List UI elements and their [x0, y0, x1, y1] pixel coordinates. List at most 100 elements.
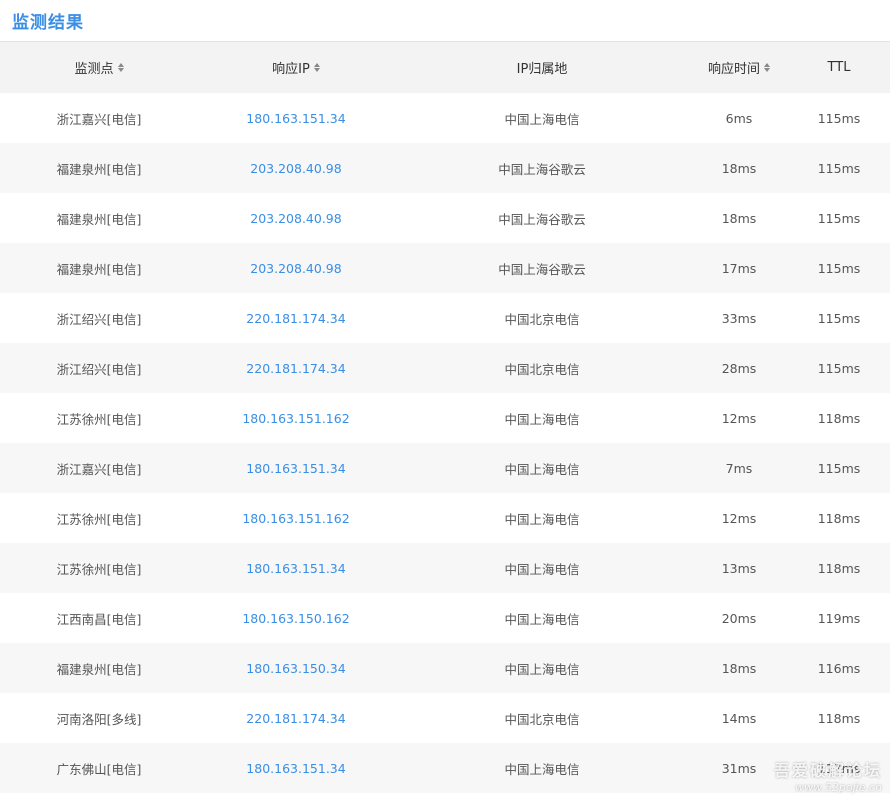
ip-link[interactable]: 180.163.151.34: [246, 461, 345, 476]
cell-time: 18ms: [721, 160, 757, 176]
cell-ip[interactable]: 180.163.150.162: [198, 593, 394, 643]
cell-point: 福建泉州[电信]: [56, 261, 142, 277]
cell-time: 13ms: [721, 560, 757, 576]
column-header-location: IP归属地: [394, 42, 690, 93]
ip-link[interactable]: 203.208.40.98: [250, 261, 341, 276]
sort-icon[interactable]: [313, 63, 320, 72]
cell-ttl: 115ms: [817, 260, 861, 276]
table-row: 江苏徐州[电信] 180.163.151.34 中国上海电信 13ms 118ms: [0, 543, 890, 593]
cell-ttl: 115ms: [817, 310, 861, 326]
cell-time: 18ms: [721, 660, 757, 676]
cell-point: 福建泉州[电信]: [56, 161, 142, 177]
cell-ttl: 116ms: [817, 660, 861, 676]
cell-location: 中国北京电信: [504, 311, 580, 327]
cell-time: 31ms: [721, 760, 757, 776]
cell-time: 20ms: [721, 610, 757, 626]
cell-ip[interactable]: 220.181.174.34: [198, 693, 394, 743]
ip-link[interactable]: 180.163.151.34: [246, 761, 345, 776]
results-table: 监测点 响应IP IP归属地 响应时间 TTL 浙江嘉兴[电信] 180.163…: [0, 42, 890, 793]
cell-point: 浙江绍兴[电信]: [56, 361, 142, 377]
cell-point: 浙江嘉兴[电信]: [56, 111, 142, 127]
cell-location: 中国上海电信: [504, 661, 580, 677]
cell-point: 江苏徐州[电信]: [56, 511, 142, 527]
cell-ttl: 118ms: [817, 710, 861, 726]
cell-ttl: 115ms: [817, 160, 861, 176]
cell-ttl: 118ms: [817, 510, 861, 526]
column-header-ip[interactable]: 响应IP: [198, 42, 394, 93]
cell-ttl: 115ms: [817, 210, 861, 226]
table-row: 浙江绍兴[电信] 220.181.174.34 中国北京电信 33ms 115ms: [0, 293, 890, 343]
cell-ip[interactable]: 203.208.40.98: [198, 193, 394, 243]
ip-link[interactable]: 180.163.150.162: [242, 611, 349, 626]
cell-point: 福建泉州[电信]: [56, 211, 142, 227]
cell-ttl: 118ms: [817, 410, 861, 426]
cell-ip[interactable]: 203.208.40.98: [198, 243, 394, 293]
column-header-time[interactable]: 响应时间: [690, 42, 788, 93]
table-row: 浙江嘉兴[电信] 180.163.151.34 中国上海电信 6ms 115ms: [0, 93, 890, 143]
cell-point: 广东佛山[电信]: [56, 761, 142, 777]
cell-location: 中国上海电信: [504, 561, 580, 577]
sort-icon[interactable]: [764, 63, 770, 72]
title-bar: 监测结果: [0, 0, 890, 42]
ip-link[interactable]: 180.163.150.34: [246, 661, 345, 676]
cell-location: 中国上海电信: [504, 461, 580, 477]
ip-link[interactable]: 220.181.174.34: [246, 711, 345, 726]
cell-location: 中国北京电信: [504, 711, 580, 727]
ip-link[interactable]: 180.163.151.162: [242, 411, 349, 426]
column-label: 监测点: [74, 62, 114, 77]
cell-location: 中国上海电信: [504, 761, 580, 777]
cell-point: 浙江嘉兴[电信]: [56, 461, 142, 477]
sort-icon[interactable]: [117, 63, 124, 72]
cell-time: 17ms: [721, 260, 757, 276]
header-row: 监测点 响应IP IP归属地 响应时间 TTL: [0, 42, 890, 93]
cell-time: 12ms: [721, 510, 757, 526]
cell-ip[interactable]: 180.163.151.34: [198, 93, 394, 143]
table-row: 江西南昌[电信] 180.163.150.162 中国上海电信 20ms 119ms: [0, 593, 890, 643]
cell-point: 江苏徐州[电信]: [56, 411, 142, 427]
cell-location: 中国上海谷歌云: [498, 261, 586, 277]
ip-link[interactable]: 203.208.40.98: [250, 161, 341, 176]
cell-ttl: 119ms: [817, 610, 861, 626]
cell-ip[interactable]: 220.181.174.34: [198, 343, 394, 393]
column-header-ttl: TTL: [788, 42, 890, 93]
cell-ip[interactable]: 180.163.151.34: [198, 743, 394, 793]
cell-point: 江苏徐州[电信]: [56, 561, 142, 577]
ip-link[interactable]: 203.208.40.98: [250, 211, 341, 226]
column-header-point[interactable]: 监测点: [0, 42, 198, 93]
cell-point: 浙江绍兴[电信]: [56, 311, 142, 327]
ip-link[interactable]: 220.181.174.34: [246, 311, 345, 326]
column-label: 响应时间: [707, 62, 760, 77]
cell-point: 福建泉州[电信]: [56, 661, 142, 677]
table-row: 福建泉州[电信] 203.208.40.98 中国上海谷歌云 17ms 115ms: [0, 243, 890, 293]
cell-ip[interactable]: 203.208.40.98: [198, 143, 394, 193]
table-row: 福建泉州[电信] 203.208.40.98 中国上海谷歌云 18ms 115ms: [0, 143, 890, 193]
cell-ip[interactable]: 180.163.151.162: [198, 493, 394, 543]
cell-time: 6ms: [725, 110, 753, 126]
cell-ip[interactable]: 180.163.151.162: [198, 393, 394, 443]
cell-time: 14ms: [721, 710, 757, 726]
table-body: 浙江嘉兴[电信] 180.163.151.34 中国上海电信 6ms 115ms 福建泉州…: [0, 93, 890, 793]
ip-link[interactable]: 220.181.174.34: [246, 361, 345, 376]
cell-ip[interactable]: 180.163.151.34: [198, 543, 394, 593]
ip-link[interactable]: 180.163.151.34: [246, 111, 345, 126]
ip-link[interactable]: 180.163.151.34: [246, 561, 345, 576]
cell-ip[interactable]: 180.163.151.34: [198, 443, 394, 493]
cell-ttl: 115ms: [817, 460, 861, 476]
table-row: 河南洛阳[多线] 220.181.174.34 中国北京电信 14ms 118ms: [0, 693, 890, 743]
cell-ttl: 115ms: [817, 360, 861, 376]
table-header: 监测点 响应IP IP归属地 响应时间 TTL: [0, 42, 890, 93]
cell-location: 中国上海谷歌云: [498, 211, 586, 227]
page-title: 监测结果: [12, 13, 84, 33]
table-row: 江苏徐州[电信] 180.163.151.162 中国上海电信 12ms 118ms: [0, 393, 890, 443]
cell-point: 江西南昌[电信]: [56, 611, 142, 627]
cell-time: 7ms: [725, 460, 753, 476]
cell-time: 33ms: [721, 310, 757, 326]
cell-ip[interactable]: 220.181.174.34: [198, 293, 394, 343]
table-row: 浙江绍兴[电信] 220.181.174.34 中国北京电信 28ms 115ms: [0, 343, 890, 393]
cell-ttl: 115ms: [817, 110, 861, 126]
ip-link[interactable]: 180.163.151.162: [242, 511, 349, 526]
cell-time: 18ms: [721, 210, 757, 226]
cell-location: 中国上海电信: [504, 611, 580, 627]
cell-ip[interactable]: 180.163.150.34: [198, 643, 394, 693]
cell-time: 28ms: [721, 360, 757, 376]
